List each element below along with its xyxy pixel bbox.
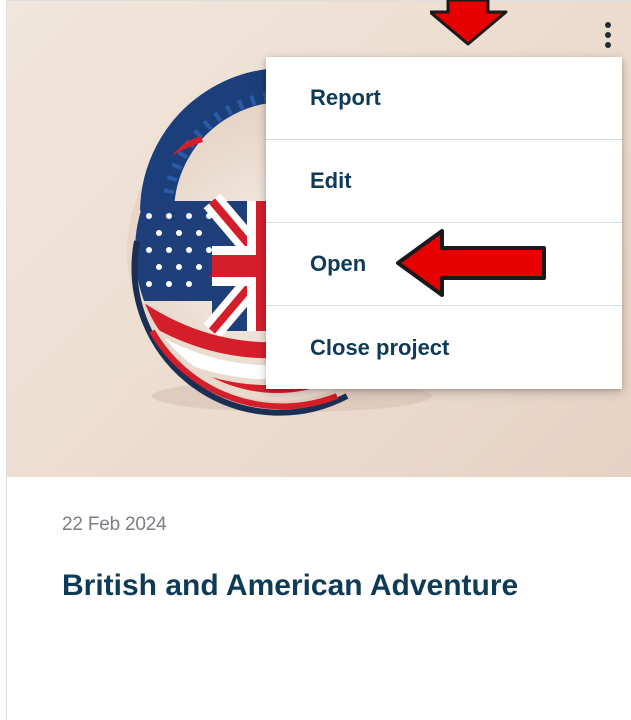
menu-item-edit[interactable]: Edit bbox=[266, 140, 622, 223]
project-card[interactable]: Report Edit Open Close project 22 Feb 20… bbox=[6, 0, 631, 720]
menu-item-open[interactable]: Open bbox=[266, 223, 622, 306]
menu-item-close-project[interactable]: Close project bbox=[266, 306, 622, 389]
project-title[interactable]: British and American Adventure bbox=[62, 559, 582, 613]
project-image[interactable]: Report Edit Open Close project bbox=[7, 1, 631, 477]
context-menu: Report Edit Open Close project bbox=[266, 57, 622, 389]
card-body: 22 Feb 2024 British and American Adventu… bbox=[7, 477, 631, 720]
menu-item-report[interactable]: Report bbox=[266, 57, 622, 140]
kebab-menu-icon[interactable] bbox=[594, 13, 622, 57]
project-date: 22 Feb 2024 bbox=[62, 514, 167, 535]
